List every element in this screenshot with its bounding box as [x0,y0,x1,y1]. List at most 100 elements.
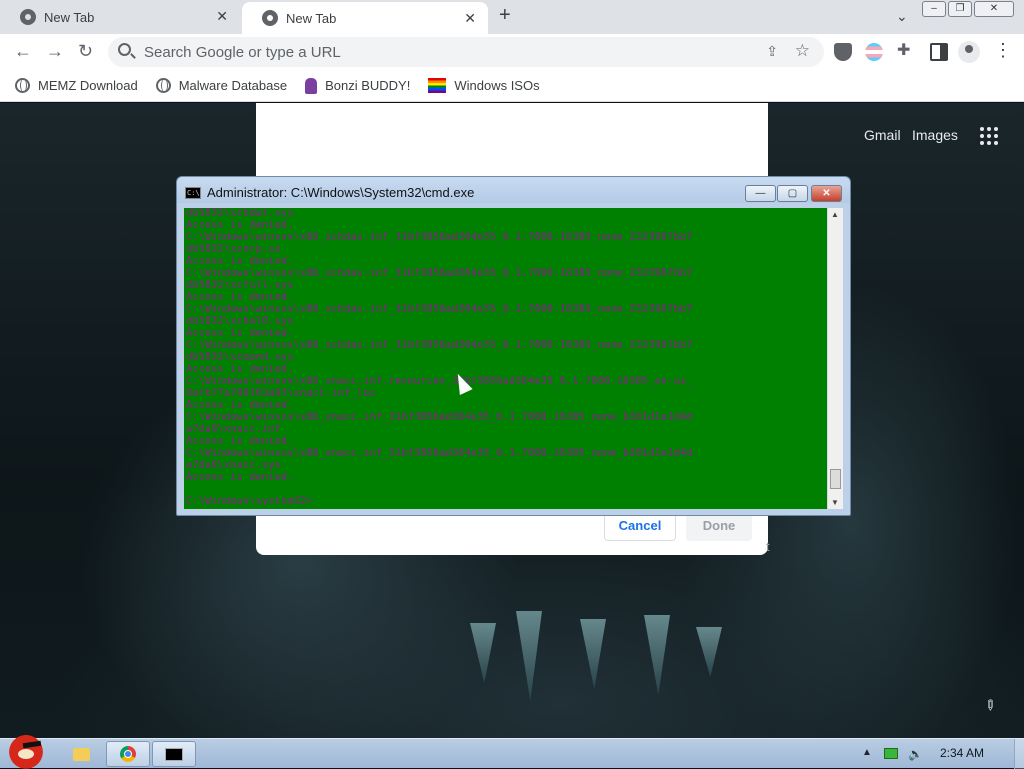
cmd-output-line: Access is denied. [186,364,294,375]
tab-label: New Tab [44,9,95,25]
side-panel-icon[interactable] [930,43,948,61]
taskbar-explorer[interactable] [58,741,102,767]
cmd-output-line: Access is denied. [186,400,294,411]
bookmark-malware-database[interactable]: Malware Database [155,78,288,93]
globe-icon [15,78,30,93]
background-image [696,627,722,677]
bookmarks-bar: MEMZ Download Malware Database Bonzi BUD… [0,70,1024,102]
cmd-minimize-icon[interactable]: — [745,185,776,202]
cmd-close-icon[interactable]: ✕ [811,185,842,202]
taskbar-chrome[interactable] [106,741,150,767]
background-image [516,611,542,701]
background-image [470,623,496,683]
gmail-link[interactable]: Gmail [864,127,901,143]
images-link[interactable]: Images [912,127,958,143]
chrome-icon [120,746,136,762]
close-window-icon[interactable]: ✕ [974,1,1014,17]
tab-search-icon[interactable]: ⌄ [896,8,908,25]
omnibox-input[interactable] [142,42,722,62]
cmd-output-line: C:\Windows\winsxs\x86_xchdav.inf_31bf385… [186,268,693,279]
cmd-title: Administrator: C:\Windows\System32\cmd.e… [207,185,475,200]
cmd-output-line [186,484,825,496]
cmd-output-line: db5832\xchal0.sys [186,316,294,327]
cmd-output-line: 8efb77a790163a93\xnacc.inf_loc [186,388,377,399]
cmd-output-line: db5832\xcmond.sys [186,352,294,363]
more-menu-icon[interactable]: ⋮ [994,40,1012,60]
cmd-output-line: C:\Windows\winsxs\x86_xnacc.inf_31bf3856… [186,448,693,459]
show-desktop-button[interactable] [1014,739,1024,769]
bonzi-icon [305,77,318,94]
bookmark-star-icon[interactable]: ☆ [795,41,810,61]
tab-new-tab-2[interactable]: New Tab ✕ [242,2,488,34]
bookmark-label: Malware Database [178,78,288,93]
cmd-output-line: C:\Windows\winsxs\x86_xnacc.inf.resource… [186,376,693,387]
rainbow-flag-icon [428,78,447,93]
chrome-favicon-icon [20,9,36,25]
obscured-text: t [766,539,770,554]
battery-icon[interactable] [884,748,898,759]
explorer-folder-icon [73,748,90,761]
tab-strip: New Tab ✕ New Tab ✕ + ⌄ – ❐ ✕ [0,0,1024,34]
cmd-output-line: Access is denied. [186,328,294,339]
cmd-output-line: C:\Windows\winsxs\x86_xchdav.inf_31bf385… [186,304,693,315]
bookmark-memz-download[interactable]: MEMZ Download [15,78,138,93]
minimize-window-icon[interactable]: – [922,1,946,17]
scrollbar-thumb[interactable] [830,469,841,489]
show-hidden-icons-icon[interactable]: ▲ [862,747,872,758]
restore-window-icon[interactable]: ❐ [948,1,972,17]
cmd-scrollbar[interactable]: ▲ ▼ [827,208,843,509]
close-tab-icon[interactable]: ✕ [216,8,228,25]
search-icon [118,43,131,56]
taskbar-cmd[interactable] [152,741,196,767]
bookmark-windows-isos[interactable]: Windows ISOs [428,78,540,93]
cmd-output-line: a7da9\xnacc.inf [186,424,282,435]
background-image [580,619,606,689]
back-arrow-icon[interactable]: ← [14,42,32,60]
close-tab-icon[interactable]: ✕ [464,10,476,27]
customize-pencil-icon[interactable]: ✎ [980,695,1000,715]
cmd-output-line: C:\Windows\winsxs\x86_xnacc.inf_31bf3856… [186,412,693,423]
new-tab-button[interactable]: + [499,4,511,27]
bookmark-label: MEMZ Download [38,78,138,93]
cmd-output-line: C:\Windows\winsxs\x86_xchdav.inf_31bf385… [186,232,693,243]
background-image [644,615,670,695]
cmd-output-line: Access is denied. [186,256,294,267]
chrome-favicon-icon [262,10,278,26]
trans-flag-extension-icon[interactable] [865,43,883,61]
cmd-output-line: Access is denied. [186,292,294,303]
window-controls: – ❐ ✕ [922,1,1014,17]
cmd-output-line: Access is denied. [186,436,294,447]
cmd-console-output[interactable]: db5832\xchdat.sys Access is denied. C:\Win… [184,208,827,509]
profile-avatar-icon[interactable] [958,41,980,63]
cmd-output-line: a7da9\xnacc.sys [186,460,282,471]
ublock-extension-icon[interactable] [834,43,852,61]
reload-icon[interactable]: ↻ [78,42,93,60]
scroll-down-icon[interactable]: ▼ [831,498,839,507]
windows-taskbar: ▲ 🔈 2:34 AM [0,731,1024,769]
cmd-output-line: Access is denied. [186,472,294,483]
tab-new-tab-1[interactable]: New Tab ✕ [0,0,240,34]
cmd-icon: C:\ [185,186,201,199]
browser-toolbar: ← → ↻ ⇪ ☆ ✚ ⋮ [0,34,1024,70]
volume-icon[interactable]: 🔈 [908,747,923,761]
cmd-maximize-icon[interactable]: ▢ [777,185,808,202]
cmd-output-line: Access is denied. [186,220,294,231]
bookmark-label: Windows ISOs [454,78,540,93]
forward-arrow-icon[interactable]: → [46,42,64,60]
start-button-angry-bird-icon[interactable] [4,731,48,769]
tab-label: New Tab [286,10,337,26]
share-icon[interactable]: ⇪ [766,43,778,60]
omnibox[interactable]: ⇪ ☆ [108,37,824,67]
cmd-output-line: db5832\xcfull.sys [186,280,294,291]
google-apps-icon[interactable] [980,127,998,145]
bookmark-bonzi-buddy[interactable]: Bonzi BUDDY! [305,77,411,94]
bookmark-label: Bonzi BUDDY! [325,78,411,93]
extensions-puzzle-icon[interactable]: ✚ [897,40,915,59]
cmd-output-line: db5832\xchdat.sys [186,208,294,219]
cmd-output-line: C:\Windows\winsxs\x86_xchdav.inf_31bf385… [186,340,693,351]
cmd-window[interactable]: C:\ Administrator: C:\Windows\System32\c… [176,176,851,516]
scroll-up-icon[interactable]: ▲ [831,210,839,219]
cmd-title-bar[interactable]: C:\ Administrator: C:\Windows\System32\c… [185,185,474,200]
taskbar-clock[interactable]: 2:34 AM [940,746,984,760]
cmd-output-line: db5832\xcorp.sx [186,244,282,255]
